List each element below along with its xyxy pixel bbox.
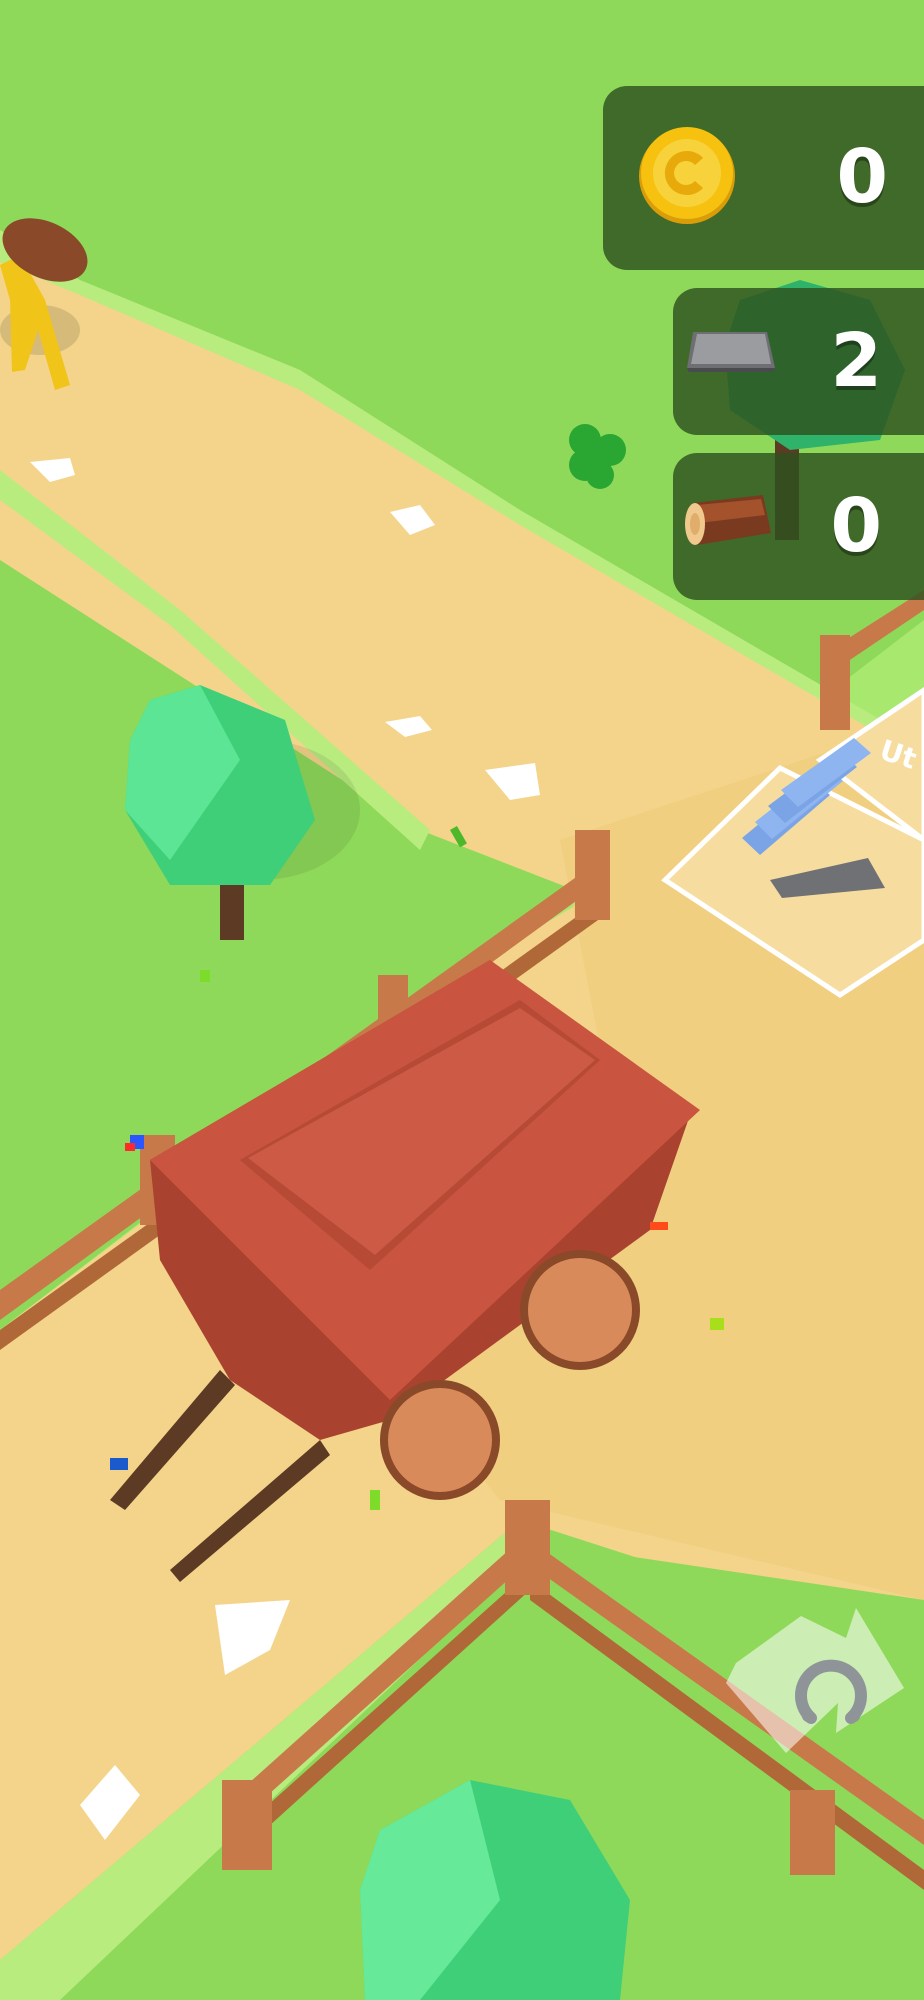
coin-counter: 0 <box>603 86 924 270</box>
coin-icon <box>637 123 737 233</box>
iron-bar-counter: 2 <box>673 288 924 435</box>
log-counter: 0 <box>673 453 924 600</box>
iron-bar-icon <box>685 328 777 378</box>
log-count: 0 <box>830 483 883 569</box>
iron-bar-count: 2 <box>830 318 883 404</box>
log-icon <box>683 493 775 553</box>
coin-count: 0 <box>836 134 889 220</box>
rotate-camera-button[interactable] <box>726 1608 906 1758</box>
